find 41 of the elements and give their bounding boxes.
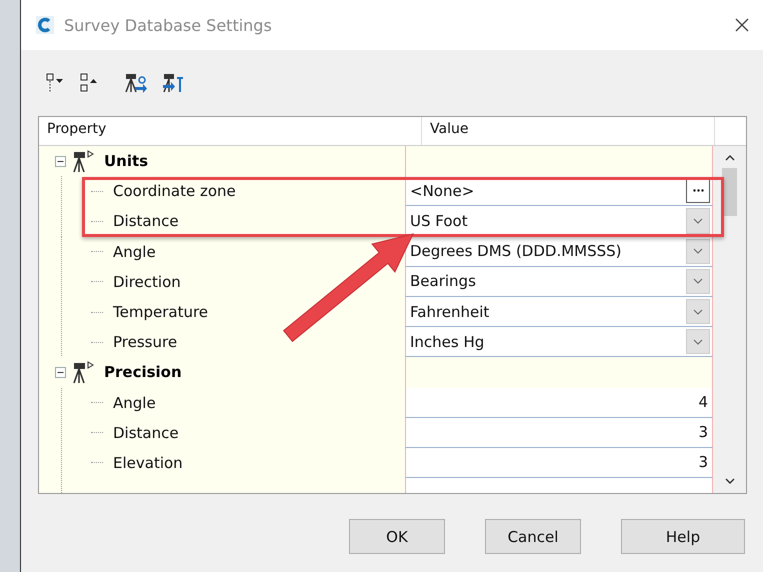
property-value[interactable]: 3 xyxy=(698,423,708,442)
ellipsis-icon[interactable] xyxy=(692,189,704,192)
column-header[interactable]: Value xyxy=(422,117,715,145)
property-value[interactable]: US Foot xyxy=(410,212,468,230)
caret-icon[interactable] xyxy=(693,308,703,315)
caret-icon[interactable] xyxy=(693,248,703,254)
property-label: Angle xyxy=(113,242,156,261)
app-logo-icon xyxy=(36,16,54,34)
dialog-button[interactable]: Help xyxy=(621,519,745,554)
group-label: Precision xyxy=(104,363,182,382)
collapse-toggle-icon[interactable] xyxy=(55,366,66,378)
property-label: Coordinate zone xyxy=(113,182,236,200)
property-label: Direction xyxy=(113,272,181,291)
property-label: Distance xyxy=(113,212,179,230)
property-value[interactable]: Inches Hg xyxy=(410,332,484,351)
property-label: Distance xyxy=(113,424,179,442)
dialog-button[interactable]: Cancel xyxy=(485,519,581,554)
property-value[interactable]: Bearings xyxy=(410,272,476,290)
scroll-down-icon[interactable] xyxy=(724,477,734,485)
property-label: Elevation xyxy=(113,454,183,472)
caret-icon[interactable] xyxy=(693,338,703,345)
caret-icon[interactable] xyxy=(693,218,703,224)
collapse-toggle-icon[interactable] xyxy=(55,156,66,167)
dialog-button[interactable]: OK xyxy=(349,519,445,554)
close-icon[interactable] xyxy=(735,18,749,32)
property-value[interactable]: Fahrenheit xyxy=(410,302,490,321)
property-label: Angle xyxy=(113,394,156,412)
group-label: Units xyxy=(104,152,148,170)
caret-icon[interactable] xyxy=(693,278,703,284)
property-value[interactable]: <None> xyxy=(410,182,474,200)
window-title: Survey Database Settings xyxy=(64,16,273,34)
column-header[interactable]: Property xyxy=(39,117,422,145)
surveyor-tripod-icon xyxy=(72,360,96,384)
surveyor-tripod-icon xyxy=(72,149,96,174)
browse-button[interactable] xyxy=(686,178,710,204)
vertical-scrollbar[interactable] xyxy=(713,146,746,493)
property-label: Pressure xyxy=(113,333,178,352)
scroll-up-icon[interactable] xyxy=(724,154,734,162)
property-value[interactable]: 3 xyxy=(698,453,708,472)
property-label: Temperature xyxy=(113,303,208,322)
property-value[interactable]: 4 xyxy=(698,393,708,412)
